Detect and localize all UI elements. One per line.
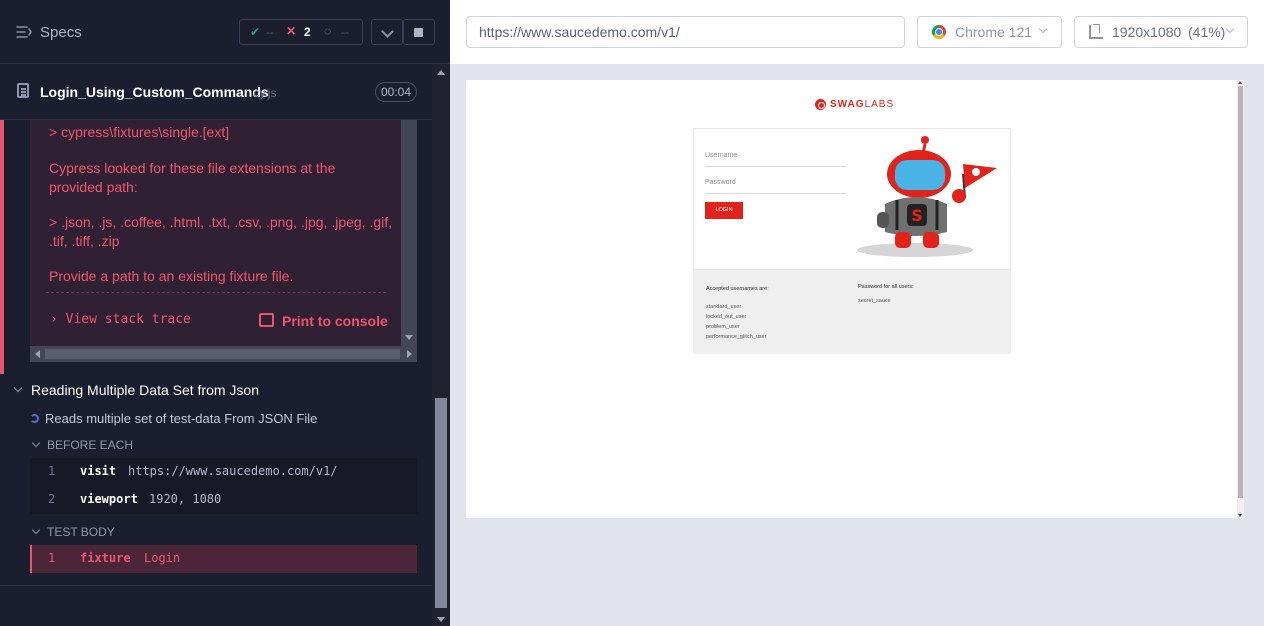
viewport-info-button[interactable]: 1920x1080 (41%) [1074,16,1248,48]
command-message: 1920, 1080 [149,492,222,506]
svg-text:S: S [911,206,923,225]
error-vertical-scrollbar[interactable] [401,120,417,346]
scroll-down-arrow-icon[interactable] [1238,514,1242,517]
specs-menu-icon[interactable] [16,25,32,39]
collapse-toggle-button[interactable] [371,19,403,45]
viewport-scale: (41%) [1188,24,1226,40]
chevron-down-icon [1038,24,1048,34]
pending-count: -- [341,25,349,39]
command-message: Login [144,551,181,565]
test-stats: ✔ -- ✕ 2 ◌ -- [239,19,363,45]
print-to-console-button[interactable]: Print to console [282,313,388,329]
command-name: visit [80,464,117,478]
username-item: locked_out_user [706,314,747,320]
command-name: viewport [80,492,138,506]
before-each-label[interactable]: BEFORE EACH [47,438,133,452]
logo-bold-text: SWAG [830,99,865,110]
swag-labs-logo-icon [815,99,826,110]
document-icon [17,83,29,98]
browser-label: Chrome 121 [955,24,1033,40]
pending-spinner-icon: ◌ [324,24,332,38]
username-item: problem_user [706,324,740,330]
terminal-icon [259,313,274,327]
scrollbar-thumb[interactable] [45,349,400,359]
logo-light-text: LABS [864,99,895,110]
test-body-label[interactable]: TEST BODY [47,525,115,539]
command-row[interactable]: 1 visit https://www.saucedemo.com/v1/ [30,458,417,486]
username-item: performance_glitch_user [706,334,767,340]
robot-mascot-illustration: S [857,136,997,257]
command-number: 1 [48,551,56,565]
failed-test-rail [0,120,4,374]
command-message: https://www.saucedemo.com/v1/ [128,464,338,478]
spec-file-ext: .cy.js [250,86,277,100]
spec-file-name[interactable]: Login_Using_Custom_Commands [40,84,269,100]
error-hint: Provide a path to an existing fixture fi… [49,268,294,284]
scrollbar-thumb[interactable] [1238,86,1243,498]
divider [0,585,432,586]
passed-check-icon: ✔ [250,25,261,39]
aut-scrollbar[interactable] [1237,80,1244,518]
scroll-up-arrow-icon[interactable] [437,70,445,75]
scroll-down-arrow-icon[interactable] [437,617,445,622]
error-horizontal-scrollbar[interactable] [30,346,417,362]
passed-count: -- [266,25,274,39]
credentials-info-box [693,270,1011,354]
command-log-scrollbar[interactable] [432,64,450,626]
username-placeholder: Username [705,152,738,159]
before-each-chevron-icon[interactable] [31,438,41,448]
username-field[interactable]: Username [705,149,846,167]
command-number: 2 [48,492,56,506]
scrollbar-thumb[interactable] [435,398,447,608]
password-value: secret_sauce [858,298,891,304]
browser-selector[interactable]: Chrome 121 [917,16,1062,48]
username-item: standard_user [706,304,742,310]
failed-count: 2 [304,25,311,39]
scroll-right-arrow-icon[interactable] [407,350,412,358]
command-log-panel: Specs ✔ -- ✕ 2 ◌ -- Login_Using_Custom_C… [0,0,450,626]
running-spinner-icon [30,414,39,423]
test-body-chevron-icon[interactable] [31,525,41,535]
stop-button[interactable] [403,19,435,45]
error-path-line: > cypress\fixtures\single.[ext] [49,124,230,140]
specs-header: Specs ✔ -- ✕ 2 ◌ -- [0,0,450,64]
chevron-down-icon [1225,24,1235,34]
command-name: fixture [80,551,131,565]
error-extensions-intro: Cypress looked for these file extensions… [49,160,336,195]
password-placeholder: Password [705,179,736,186]
specs-label[interactable]: Specs [40,24,82,41]
suite-title[interactable]: Reading Multiple Data Set from Json [31,382,259,398]
run-duration-badge: 00:04 [375,82,417,102]
password-field[interactable]: Password [705,176,846,194]
error-message-box: > cypress\fixtures\single.[ext] Cypress … [30,120,401,346]
viewport-ruler-icon [1089,24,1103,39]
error-divider [46,292,386,293]
accepted-usernames-title: Accepted usernames are: [706,286,769,292]
chrome-icon [932,25,946,39]
failed-x-icon: ✕ [286,24,297,38]
scroll-down-arrow-icon[interactable] [405,335,413,340]
password-title: Password for all users: [858,284,914,290]
view-stack-trace-label: View stack trace [65,312,191,327]
command-row[interactable]: 2 viewport 1920, 1080 [30,486,417,514]
url-bar[interactable]: https://www.saucedemo.com/v1/ [466,16,905,48]
view-stack-trace-link[interactable]: › View stack trace [50,312,191,327]
error-extensions-list: > .json, .js, .coffee, .html, .txt, .csv… [49,214,393,249]
test-title[interactable]: Reads multiple set of test-data From JSO… [45,411,317,426]
login-button[interactable]: LOGIN [705,202,743,219]
failed-command-row[interactable]: 1 fixture Login [30,545,417,573]
suite-chevron-icon[interactable] [13,383,23,393]
command-number: 1 [48,464,56,478]
swag-labs-logo: SWAGLABS [830,99,894,110]
scroll-left-arrow-icon[interactable] [35,350,40,358]
viewport-size: 1920x1080 [1112,24,1182,40]
scroll-up-arrow-icon[interactable] [1238,81,1242,84]
